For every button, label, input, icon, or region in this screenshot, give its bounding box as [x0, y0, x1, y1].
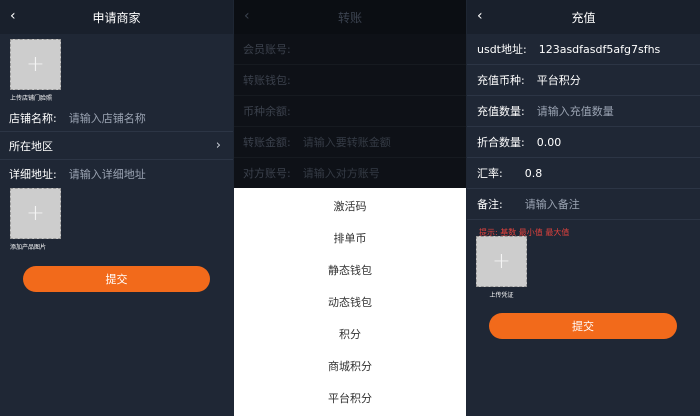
- back-arrow-icon[interactable]: ‹: [244, 8, 250, 24]
- wallet-option-sheet: 激活码 排单币 静态钱包 动态钱包 积分 商城积分 平台积分: [234, 188, 466, 416]
- page-title: 充值: [571, 10, 596, 25]
- product-image-upload[interactable]: + 添加产品图片: [10, 188, 61, 251]
- field-label: 转账钱包:: [243, 74, 291, 87]
- usdt-label: usdt地址:: [477, 43, 527, 56]
- converted-row: 折合数量: 0.00: [467, 127, 700, 158]
- transfer-form-dimmed: ‹ 转账 会员账号: 转账钱包: 币种余额: 转账金额: 请输入要转账金额 对方…: [234, 0, 466, 188]
- transfer-amount-input[interactable]: 请输入要转账金额: [303, 134, 391, 150]
- option-item[interactable]: 积分: [234, 318, 466, 350]
- rate-label: 汇率:: [477, 167, 503, 180]
- submit-button[interactable]: 提交: [489, 313, 677, 339]
- amount-input[interactable]: 请输入充值数量: [537, 103, 614, 119]
- remark-input[interactable]: 请输入备注: [525, 196, 580, 212]
- usdt-address-row: usdt地址: 123asdfasdf5afg7sfhs: [467, 34, 700, 65]
- address-label: 详细地址:: [9, 168, 57, 181]
- remark-row: 备注: 请输入备注: [467, 189, 700, 220]
- voucher-upload[interactable]: + 上传凭证: [476, 236, 527, 299]
- rate-row: 汇率: 0.8: [467, 158, 700, 189]
- plus-icon: +: [26, 200, 45, 226]
- shop-name-input[interactable]: 请输入店铺名称: [69, 110, 146, 126]
- transfer-screen: ‹ 转账 会员账号: 转账钱包: 币种余额: 转账金额: 请输入要转账金额 对方…: [234, 0, 466, 416]
- upload-caption: 上传店铺门脸照: [10, 95, 53, 102]
- option-item[interactable]: 静态钱包: [234, 254, 466, 286]
- plus-icon: +: [26, 51, 45, 77]
- shop-name-row: 店铺名称: 请输入店铺名称: [0, 104, 233, 132]
- amount-row: 充值数量: 请输入充值数量: [467, 96, 700, 127]
- back-arrow-icon[interactable]: ‹: [477, 8, 483, 24]
- address-row: 详细地址: 请输入详细地址: [0, 160, 233, 188]
- remark-label: 备注:: [477, 198, 503, 211]
- page-title: 申请商家: [92, 10, 141, 25]
- shop-photo-upload[interactable]: + 上传店铺门脸照: [10, 39, 61, 102]
- region-row[interactable]: 所在地区 ›: [0, 132, 233, 160]
- region-label: 所在地区: [9, 139, 53, 153]
- chevron-right-icon: ›: [215, 138, 221, 153]
- shop-name-label: 店铺名称:: [9, 111, 57, 125]
- currency-value: 平台积分: [536, 74, 581, 87]
- converted-value: 0.00: [536, 135, 562, 149]
- usdt-address-value[interactable]: 123asdfasdf5afg7sfhs: [539, 43, 661, 56]
- amount-label: 充值数量:: [477, 105, 525, 118]
- transfer-header: ‹ 转账: [234, 0, 466, 34]
- currency-row[interactable]: 充值币种: 平台积分: [467, 65, 700, 96]
- option-item[interactable]: 激活码: [234, 190, 466, 222]
- option-item[interactable]: 商城积分: [234, 350, 466, 382]
- transfer-field-row: 转账钱包:: [234, 65, 466, 96]
- transfer-field-row: 对方账号: 请输入对方账号: [234, 158, 466, 187]
- field-label: 对方账号:: [243, 166, 291, 180]
- back-arrow-icon[interactable]: ‹: [10, 8, 16, 24]
- field-label: 会员账号:: [243, 43, 291, 56]
- page-title: 转账: [337, 10, 362, 25]
- transfer-field-row: 币种余额:: [234, 96, 466, 127]
- field-label: 币种余额:: [243, 105, 291, 118]
- plus-icon: +: [492, 248, 511, 274]
- upload-caption: 添加产品图片: [10, 244, 47, 251]
- submit-button[interactable]: 提交: [23, 266, 210, 292]
- merchant-screen: ‹ 申请商家 + 上传店铺门脸照 店铺名称: 请输入店铺名称 所在地区 › 详细…: [0, 0, 233, 416]
- transfer-field-row: 转账金额: 请输入要转账金额: [234, 127, 466, 158]
- recharge-screen: ‹ 充值 usdt地址: 123asdfasdf5afg7sfhs 充值币种: …: [467, 0, 700, 416]
- recharge-header: ‹ 充值: [467, 0, 700, 34]
- address-input[interactable]: 请输入详细地址: [69, 166, 146, 182]
- target-account-input[interactable]: 请输入对方账号: [303, 165, 380, 181]
- upload-caption: 上传凭证: [489, 292, 514, 299]
- merchant-header: ‹ 申请商家: [0, 0, 233, 34]
- option-item[interactable]: 平台积分: [234, 382, 466, 414]
- rate-value: 0.8: [524, 166, 543, 180]
- field-label: 转账金额:: [243, 136, 291, 149]
- option-item[interactable]: 排单币: [234, 222, 466, 254]
- converted-label: 折合数量:: [477, 136, 525, 149]
- currency-label: 充值币种:: [477, 74, 525, 87]
- option-item[interactable]: 动态钱包: [234, 286, 466, 318]
- transfer-field-row: 会员账号:: [234, 34, 466, 65]
